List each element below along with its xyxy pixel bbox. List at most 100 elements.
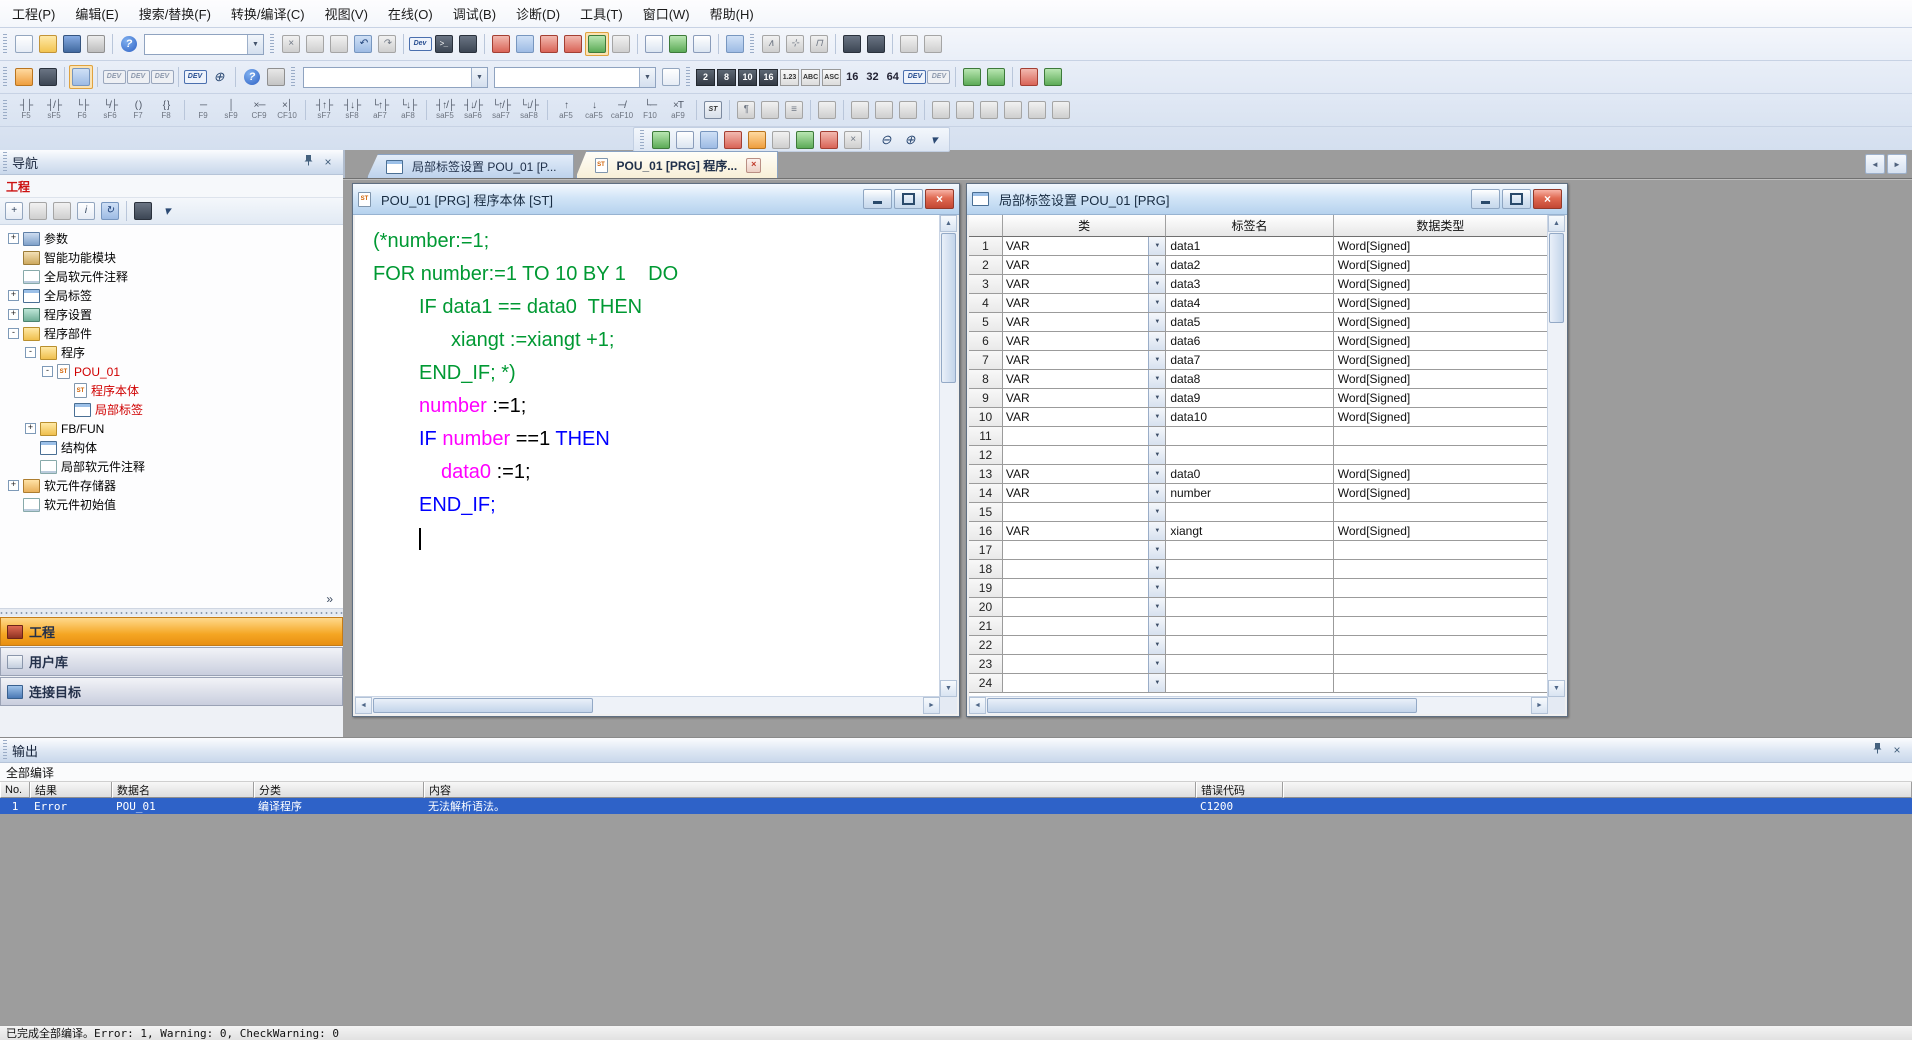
dropdown-icon[interactable]: ▼: [1148, 237, 1165, 255]
ladder-delete-drawn-line-button[interactable]: ×TaF9: [664, 97, 692, 124]
monitor-mode-icon[interactable]: [585, 32, 609, 56]
menu-item-6[interactable]: 在线(O): [378, 1, 443, 26]
ladder-falling-pulse-close-branch-button[interactable]: └↓/├saF8: [515, 97, 543, 124]
ladder-coil-button[interactable]: ( )F7: [124, 97, 152, 124]
row-number-cell[interactable]: 1: [969, 237, 1003, 256]
minimize-button[interactable]: [863, 189, 892, 209]
menu-item-2[interactable]: 编辑(E): [65, 1, 128, 26]
help-icon[interactable]: ?: [117, 32, 141, 56]
rebuild-all-icon[interactable]: [666, 32, 690, 56]
maximize-button[interactable]: [894, 189, 923, 209]
menu-item-10[interactable]: 窗口(W): [633, 1, 700, 26]
row-number-cell[interactable]: 20: [969, 598, 1003, 617]
scroll-left-icon[interactable]: ◄: [969, 697, 986, 714]
class-cell[interactable]: VAR▼: [1003, 294, 1166, 313]
intelligent-tool-icon[interactable]: [456, 32, 480, 56]
row-number-cell[interactable]: 22: [969, 636, 1003, 655]
word-32-icon[interactable]: 32: [862, 71, 882, 83]
watch-pulse-icon[interactable]: ⊓: [807, 32, 831, 56]
tree-item-局部软元件注释[interactable]: +局部软元件注释: [0, 457, 343, 476]
data-type-cell[interactable]: Word[Signed]: [1334, 332, 1548, 351]
tree-expander-icon[interactable]: +: [8, 290, 19, 301]
label-name-cell[interactable]: data4: [1166, 294, 1333, 313]
data-type-cell[interactable]: [1334, 579, 1548, 598]
inline-st-icon[interactable]: ST: [701, 98, 725, 122]
label-name-cell[interactable]: data0: [1166, 465, 1333, 484]
maximize-button[interactable]: [1502, 189, 1531, 209]
row-number-cell[interactable]: 18: [969, 560, 1003, 579]
ladder-draw-line-button[interactable]: └─F10: [636, 97, 664, 124]
device-off-icon[interactable]: [817, 128, 841, 152]
tree-item-局部标签[interactable]: +局部标签: [0, 400, 343, 419]
row-number-cell[interactable]: 5: [969, 313, 1003, 332]
label-window-titlebar[interactable]: 局部标签设置 POU_01 [PRG] ×: [967, 184, 1567, 215]
st-window-titlebar[interactable]: ST POU_01 [PRG] 程序本体 [ST] ×: [353, 184, 959, 215]
label-name-cell[interactable]: [1166, 541, 1333, 560]
doc-view-icon[interactable]: [872, 98, 896, 122]
display-hex-icon[interactable]: 16: [759, 69, 778, 86]
device-batch-icon[interactable]: [864, 32, 888, 56]
tree-expander-icon[interactable]: +: [8, 233, 19, 244]
row-number-cell[interactable]: 16: [969, 522, 1003, 541]
data-type-cell[interactable]: [1334, 503, 1548, 522]
label-name-cell[interactable]: data1: [1166, 237, 1333, 256]
display-asc-icon[interactable]: ASC: [822, 69, 841, 86]
tab-scroll-left-icon[interactable]: ◄: [1865, 154, 1885, 174]
copy-icon[interactable]: [303, 32, 327, 56]
undo-icon[interactable]: ↶: [351, 32, 375, 56]
find-icon[interactable]: [264, 65, 288, 89]
tree-item-程序部件[interactable]: -程序部件: [0, 324, 343, 343]
row-number-cell[interactable]: 7: [969, 351, 1003, 370]
statement-display-icon[interactable]: [984, 65, 1008, 89]
dropdown-icon[interactable]: ▼: [1148, 598, 1165, 616]
device-monitor-icon[interactable]: Dev: [408, 32, 432, 56]
dropdown-icon[interactable]: ▼: [639, 68, 655, 87]
label-name-cell[interactable]: [1166, 503, 1333, 522]
dropdown-icon[interactable]: ▼: [1148, 275, 1165, 293]
class-cell[interactable]: VAR▼: [1003, 313, 1166, 332]
find-doc-red-icon[interactable]: [721, 128, 745, 152]
tree-item-参数[interactable]: +参数: [0, 229, 343, 248]
row-number-cell[interactable]: 17: [969, 541, 1003, 560]
scroll-down-icon[interactable]: ▼: [1548, 680, 1565, 697]
ladder-open-contact-button[interactable]: ┤├F5: [12, 97, 40, 124]
device-display-icon[interactable]: DEV: [903, 65, 927, 89]
data-type-cell[interactable]: Word[Signed]: [1334, 484, 1548, 503]
tree-item-POU_01[interactable]: -STPOU_01: [0, 362, 343, 381]
project-data-combo[interactable]: ▼: [144, 34, 264, 55]
document-tab-1[interactable]: 局部标签设置 POU_01 [P...: [367, 154, 574, 178]
pin-icon[interactable]: [1870, 743, 1884, 757]
monitor-window-icon[interactable]: [723, 32, 747, 56]
device-init-icon[interactable]: DEV: [150, 65, 174, 89]
row-number-cell[interactable]: 19: [969, 579, 1003, 598]
dropdown-icon[interactable]: ▼: [1148, 617, 1165, 635]
data-type-cell[interactable]: Word[Signed]: [1334, 294, 1548, 313]
dropdown-icon[interactable]: ▼: [1148, 332, 1165, 350]
dropdown-icon[interactable]: ▼: [1148, 579, 1165, 597]
label-name-cell[interactable]: data3: [1166, 275, 1333, 294]
read-mode-icon[interactable]: [673, 128, 697, 152]
label-name-cell[interactable]: [1166, 560, 1333, 579]
class-cell[interactable]: ▼: [1003, 579, 1166, 598]
device-comment-pair-icon[interactable]: [758, 98, 782, 122]
data-type-cell[interactable]: [1334, 541, 1548, 560]
write-to-plc-icon[interactable]: [489, 32, 513, 56]
scroll-down-icon[interactable]: ▼: [940, 680, 957, 697]
row-number-cell[interactable]: 8: [969, 370, 1003, 389]
data-type-cell[interactable]: Word[Signed]: [1334, 465, 1548, 484]
st-vertical-scrollbar[interactable]: ▲ ▼: [939, 215, 957, 697]
data-type-cell[interactable]: Word[Signed]: [1334, 275, 1548, 294]
close-button[interactable]: ×: [1533, 189, 1562, 209]
dropdown-icon[interactable]: ▼: [1148, 674, 1165, 692]
data-type-cell[interactable]: Word[Signed]: [1334, 370, 1548, 389]
dropdown-icon[interactable]: ▼: [1148, 560, 1165, 578]
ladder-open-branch-button[interactable]: └├F6: [68, 97, 96, 124]
column-header-类[interactable]: 类: [1003, 215, 1166, 237]
toolbar-grip[interactable]: [3, 34, 7, 54]
panel-grip[interactable]: [3, 152, 7, 172]
dropdown-icon[interactable]: ▼: [1148, 522, 1165, 540]
label-name-cell[interactable]: data7: [1166, 351, 1333, 370]
menu-item-3[interactable]: 搜索/替换(F): [129, 1, 221, 26]
dropdown-icon[interactable]: ▼: [1148, 256, 1165, 274]
find-doc-icon[interactable]: [697, 128, 721, 152]
